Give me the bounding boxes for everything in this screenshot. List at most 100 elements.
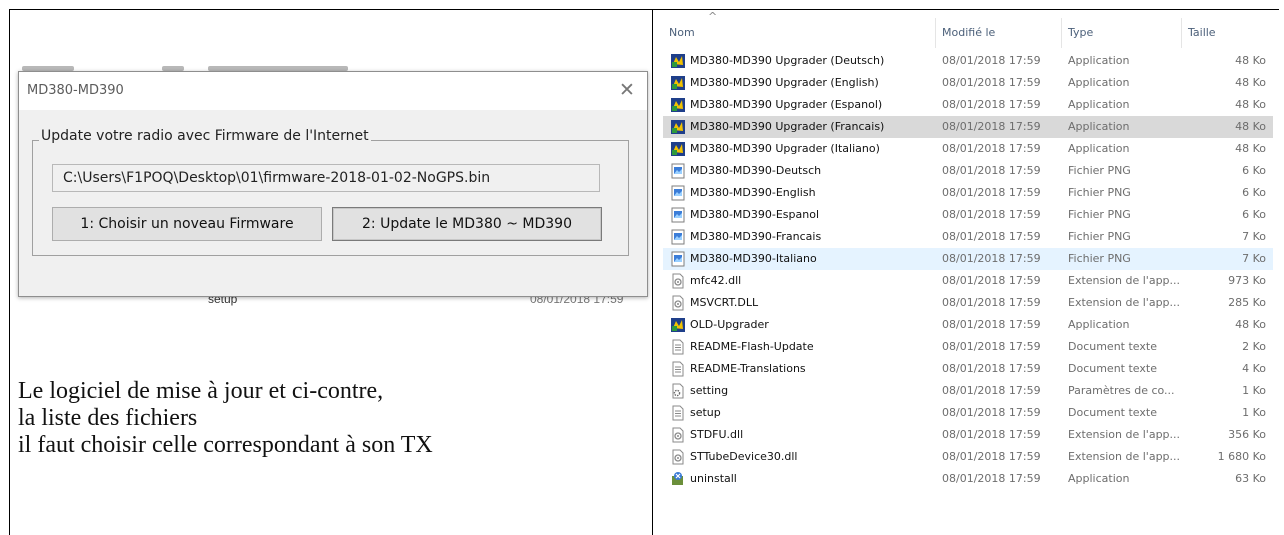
file-type: Document texte: [1068, 406, 1157, 419]
file-size: 6 Ko: [1242, 186, 1266, 199]
uninstall-icon: [670, 471, 686, 487]
update-radio-button[interactable]: 2: Update le MD380 ~ MD390: [332, 207, 602, 241]
file-row[interactable]: MD380-MD390 Upgrader (Francais) 08/01/201…: [663, 116, 1273, 138]
file-size: 1 680 Ko: [1217, 450, 1266, 463]
close-icon[interactable]: ✕: [617, 80, 637, 100]
file-size: 48 Ko: [1235, 142, 1266, 155]
file-size: 356 Ko: [1228, 428, 1266, 441]
file-size: 2 Ko: [1242, 340, 1266, 353]
file-row[interactable]: mfc42.dll 08/01/2018 17:59 Extension de l'…: [663, 270, 1273, 292]
file-row[interactable]: setup 08/01/2018 17:59 Document texte 1 Ko: [663, 402, 1273, 424]
file-row[interactable]: uninstall 08/01/2018 17:59 Application 63 K…: [663, 468, 1273, 490]
choose-firmware-button[interactable]: 1: Choisir un noveau Firmware: [52, 207, 322, 241]
file-size: 6 Ko: [1242, 164, 1266, 177]
file-row[interactable]: MD380-MD390-Italiano 08/01/2018 17:59 Fich…: [663, 248, 1273, 270]
file-name: MD380-MD390-Deutsch: [690, 164, 822, 177]
column-header-modified[interactable]: Modifié le: [942, 26, 995, 39]
app-icon: [670, 141, 686, 157]
file-size: 4 Ko: [1242, 362, 1266, 375]
app-icon: [670, 97, 686, 113]
settings-file-icon: [670, 383, 686, 399]
file-row[interactable]: OLD-Upgrader 08/01/2018 17:59 Application 4…: [663, 314, 1273, 336]
dialog-titlebar[interactable]: MD380-MD390 ✕: [19, 72, 647, 110]
file-name: MD380-MD390 Upgrader (Deutsch): [690, 54, 885, 67]
background-item-date: 08/01/2018 17:59: [530, 297, 624, 306]
column-header-type[interactable]: Type: [1068, 26, 1093, 39]
caption-text: Le logiciel de mise à jour et ci-contre,…: [18, 378, 433, 459]
file-size: 7 Ko: [1242, 230, 1266, 243]
file-name: OLD-Upgrader: [690, 318, 769, 331]
app-icon: [670, 75, 686, 91]
file-modified: 08/01/2018 17:59: [942, 252, 1041, 265]
file-size: 973 Ko: [1228, 274, 1266, 287]
file-size: 1 Ko: [1242, 384, 1266, 397]
dll-icon: [670, 295, 686, 311]
file-name: STTubeDevice30.dll: [690, 450, 798, 463]
dll-icon: [670, 427, 686, 443]
file-type: Extension de l'app...: [1068, 428, 1181, 441]
file-row[interactable]: STTubeDevice30.dll 08/01/2018 17:59 Extens…: [663, 446, 1273, 468]
file-modified: 08/01/2018 17:59: [942, 98, 1041, 111]
firmware-path-field[interactable]: C:\Users\F1POQ\Desktop\01\firmware-2018-…: [52, 164, 600, 192]
file-size: 48 Ko: [1235, 98, 1266, 111]
file-row[interactable]: STDFU.dll 08/01/2018 17:59 Extension de l'…: [663, 424, 1273, 446]
file-type: Paramètres de co...: [1068, 384, 1175, 397]
file-row[interactable]: MD380-MD390-Francais 08/01/2018 17:59 Fich…: [663, 226, 1273, 248]
image-icon: [670, 185, 686, 201]
file-name: mfc42.dll: [690, 274, 742, 287]
file-row[interactable]: MSVCRT.DLL 08/01/2018 17:59 Extension de l…: [663, 292, 1273, 314]
file-type: Application: [1068, 54, 1130, 67]
file-name: MD380-MD390 Upgrader (English): [690, 76, 879, 89]
file-modified: 08/01/2018 17:59: [942, 120, 1041, 133]
image-icon: [670, 251, 686, 267]
text-doc-icon: [670, 405, 686, 421]
caption-line-2: la liste des fichiers: [18, 405, 198, 431]
caption-line-1: Le logiciel de mise à jour et ci-contre,: [18, 378, 384, 404]
file-row[interactable]: MD380-MD390 Upgrader (Espanol) 08/01/2018…: [663, 94, 1273, 116]
image-icon: [670, 229, 686, 245]
file-row[interactable]: MD380-MD390 Upgrader (English) 08/01/2018…: [663, 72, 1273, 94]
column-header-size[interactable]: Taille: [1188, 26, 1216, 39]
updater-dialog: MD380-MD390 ✕ Update votre radio avec Fi…: [18, 71, 648, 297]
file-row[interactable]: MD380-MD390-Espanol 08/01/2018 17:59 Fichi…: [663, 204, 1273, 226]
app-icon: [670, 53, 686, 69]
file-row[interactable]: MD380-MD390-Deutsch 08/01/2018 17:59 Fichi…: [663, 160, 1273, 182]
text-doc-icon: [670, 361, 686, 377]
file-type: Application: [1068, 142, 1130, 155]
file-size: 7 Ko: [1242, 252, 1266, 265]
background-window-bottom: setup 08/01/2018 17:59: [18, 297, 648, 309]
file-type: Application: [1068, 472, 1130, 485]
file-modified: 08/01/2018 17:59: [942, 186, 1041, 199]
file-modified: 08/01/2018 17:59: [942, 274, 1041, 287]
file-name: MD380-MD390-Espanol: [690, 208, 820, 221]
file-name: MD380-MD390 Upgrader (Francais): [690, 120, 885, 133]
file-name: setup: [690, 406, 721, 419]
file-modified: 08/01/2018 17:59: [942, 54, 1041, 67]
file-modified: 08/01/2018 17:59: [942, 406, 1041, 419]
file-modified: 08/01/2018 17:59: [942, 230, 1041, 243]
image-icon: [670, 163, 686, 179]
file-type: Application: [1068, 98, 1130, 111]
file-type: Fichier PNG: [1068, 164, 1131, 177]
file-row[interactable]: MD380-MD390 Upgrader (Deutsch) 08/01/2018…: [663, 50, 1273, 72]
file-row[interactable]: setting 08/01/2018 17:59 Paramètres de co.…: [663, 380, 1273, 402]
file-modified: 08/01/2018 17:59: [942, 384, 1041, 397]
file-size: 6 Ko: [1242, 208, 1266, 221]
file-row[interactable]: README-Flash-Update 08/01/2018 17:59 Docum…: [663, 336, 1273, 358]
groupbox-label: Update votre radio avec Firmware de l'In…: [39, 128, 371, 144]
file-row[interactable]: MD380-MD390-English 08/01/2018 17:59 Fichi…: [663, 182, 1273, 204]
file-name: MSVCRT.DLL: [690, 296, 759, 309]
dll-icon: [670, 449, 686, 465]
file-name: README-Translations: [690, 362, 806, 375]
app-icon: [670, 119, 686, 135]
file-modified: 08/01/2018 17:59: [942, 76, 1041, 89]
file-type: Extension de l'app...: [1068, 450, 1181, 463]
file-row[interactable]: MD380-MD390 Upgrader (Italiano) 08/01/201…: [663, 138, 1273, 160]
file-name: MD380-MD390 Upgrader (Italiano): [690, 142, 880, 155]
image-icon: [670, 207, 686, 223]
column-header-name[interactable]: Nom: [669, 26, 695, 39]
file-type: Application: [1068, 76, 1130, 89]
file-row[interactable]: README-Translations 08/01/2018 17:59 Docum…: [663, 358, 1273, 380]
file-size: 48 Ko: [1235, 54, 1266, 67]
background-item-name: setup: [208, 297, 238, 306]
